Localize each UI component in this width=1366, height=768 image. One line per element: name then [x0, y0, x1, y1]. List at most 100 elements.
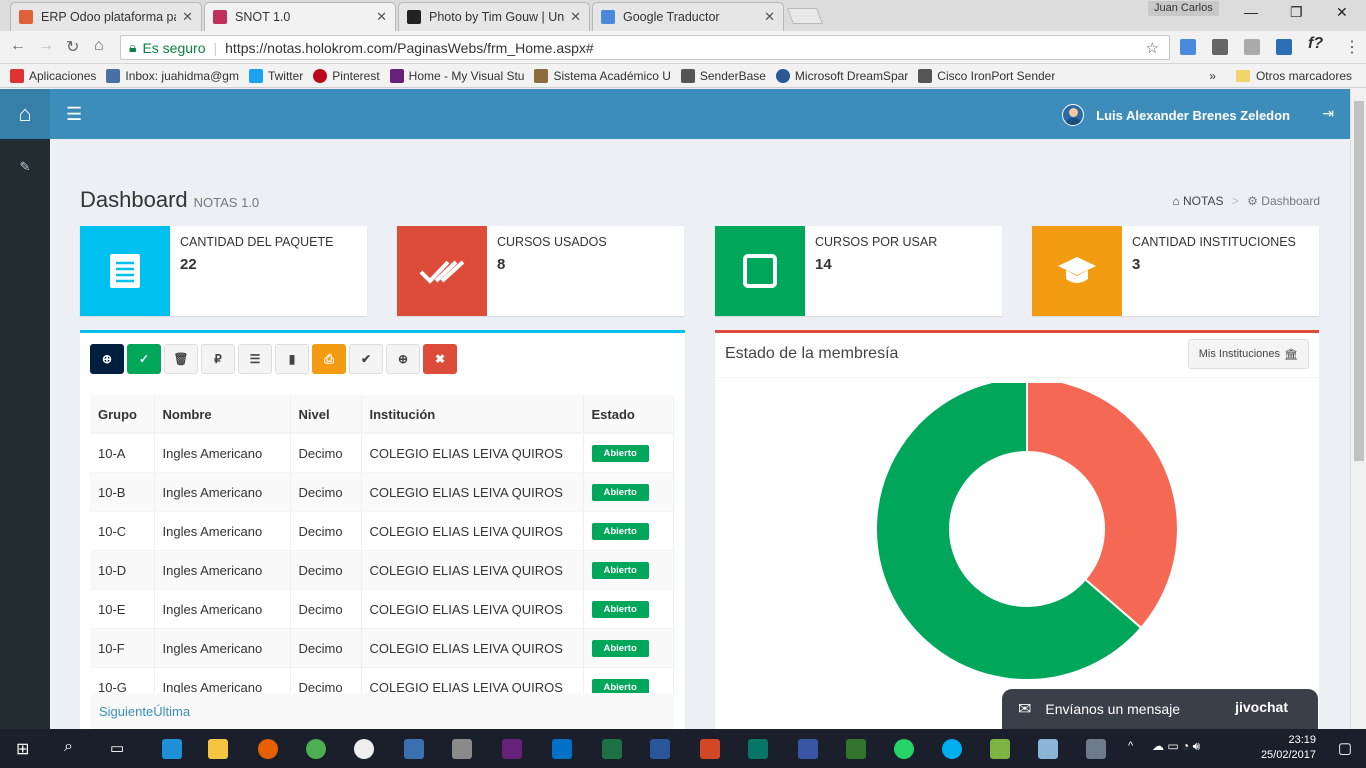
windows-taskbar: ⊞ ⌕ ▭ ^ ☁ ▭ ◔ 🔊︎ 23:19 25/02/2017 ▢	[0, 729, 1366, 768]
bookmark-item[interactable]: Inbox: juahidma@gm	[106, 68, 239, 83]
new-tab-button[interactable]	[787, 8, 823, 24]
close-tab-icon[interactable]: ✕	[182, 9, 193, 25]
translate-extension-icon[interactable]	[1180, 39, 1196, 55]
print-button[interactable]: ⎙	[312, 344, 346, 374]
url-input[interactable]: 🔒︎ Es seguro | https://notas.holokrom.co…	[120, 35, 1170, 60]
edit-icon[interactable]: ✎	[0, 159, 50, 175]
firefox-icon[interactable]	[258, 739, 278, 759]
scrollbar-thumb[interactable]	[1354, 101, 1364, 461]
windows-start-icon[interactable]: ⊞	[16, 739, 29, 759]
list-button[interactable]: ☰	[238, 344, 272, 374]
chrome-icon[interactable]	[306, 739, 326, 759]
other-bookmarks[interactable]: » Otros marcadores	[1209, 69, 1352, 83]
pager-links[interactable]: SiguienteÚltima	[99, 704, 190, 719]
bookmark-item[interactable]: SenderBase	[680, 68, 766, 83]
bookmark-item[interactable]: Microsoft DreamSpar	[775, 68, 908, 83]
visual-studio-icon[interactable]	[502, 739, 522, 759]
itunes-icon[interactable]	[354, 739, 374, 759]
page-scrollbar[interactable]	[1350, 89, 1366, 729]
add-button[interactable]: ⊕	[386, 344, 420, 374]
chart-app-icon[interactable]	[990, 739, 1010, 759]
close-tab-icon[interactable]: ✕	[764, 9, 775, 25]
bookmark-item[interactable]: Sistema Académico U	[534, 68, 671, 83]
edge-icon[interactable]	[162, 739, 182, 759]
tray-icons[interactable]: ☁ ▭ ◔ 🔊︎	[1152, 739, 1200, 754]
bookmark-item[interactable]: Home - My Visual Stu	[389, 68, 524, 83]
clock[interactable]: 23:19 25/02/2017	[1261, 733, 1316, 763]
network-tool-icon[interactable]	[404, 739, 424, 759]
donut-slice-0[interactable]	[1026, 383, 1179, 630]
column-header[interactable]: Grupo	[90, 395, 155, 434]
virtualbox-icon[interactable]	[1038, 739, 1058, 759]
powerpoint-icon[interactable]	[700, 739, 720, 759]
add-circle-button[interactable]: ⊕	[90, 344, 124, 374]
column-header[interactable]: Estado	[583, 395, 674, 434]
tray-overflow-icon[interactable]: ^	[1128, 740, 1133, 752]
table-row[interactable]: 10-B Ingles Americano Decimo COLEGIO ELIAS …	[90, 472, 674, 512]
edit-check-button[interactable]: ✓	[127, 344, 161, 374]
reload-icon[interactable]: ↻	[66, 37, 79, 57]
column-header[interactable]: Nombre	[154, 395, 291, 434]
project-icon[interactable]	[846, 739, 866, 759]
search-icon[interactable]: ⌕	[64, 738, 73, 756]
table-header-row: Grupo Nombre Nivel Institución Estado	[90, 395, 674, 434]
close-tab-icon[interactable]: ✕	[376, 9, 387, 25]
secure-label: Es seguro	[142, 39, 206, 56]
breadcrumb-notas[interactable]: NOTAS	[1183, 194, 1223, 208]
browser-tab[interactable]: Google Traductor ✕	[592, 2, 784, 31]
hamburger-menu-icon[interactable]: ☰	[66, 104, 82, 125]
file-explorer-icon[interactable]	[208, 739, 228, 759]
outlook-icon[interactable]	[552, 739, 572, 759]
pagination[interactable]: SiguienteÚltima	[90, 693, 674, 729]
bookmark-item[interactable]: Cisco IronPort Sender	[918, 68, 1055, 83]
skype-icon[interactable]	[942, 739, 962, 759]
notifications-icon[interactable]: ▢	[1338, 739, 1352, 757]
bookmark-apps[interactable]: Aplicaciones	[10, 68, 96, 83]
check-list-button[interactable]: ✔	[349, 344, 383, 374]
user-menu[interactable]: Luis Alexander Brenes Zeledon	[1062, 104, 1290, 126]
currency-button[interactable]: ₽	[201, 344, 235, 374]
browser-tab[interactable]: Photo by Tim Gouw | Uns ✕	[398, 2, 590, 31]
chrome-menu-icon[interactable]: ⋮	[1344, 37, 1360, 57]
forward-arrow-icon[interactable]: →	[38, 37, 54, 55]
browser-tab[interactable]: ERP Odoo plataforma pa ✕	[10, 2, 202, 31]
dropbox-extension-icon[interactable]	[1244, 39, 1260, 55]
home-icon[interactable]: ⌂	[0, 89, 50, 139]
column-header[interactable]: Institución	[361, 395, 584, 434]
word-icon[interactable]	[650, 739, 670, 759]
excel-icon[interactable]	[602, 739, 622, 759]
table-row[interactable]: 10-F Ingles Americano Decimo COLEGIO ELIAS …	[90, 628, 674, 668]
task-view-icon[interactable]: ▭	[110, 739, 124, 757]
more-bookmarks-chevron-icon[interactable]: »	[1209, 69, 1216, 83]
close-window-icon[interactable]: ✕	[1336, 4, 1348, 21]
column-header[interactable]: Nivel	[290, 395, 362, 434]
visio-icon[interactable]	[798, 739, 818, 759]
sql-server-icon[interactable]	[1086, 739, 1106, 759]
browser-tab-active[interactable]: SNOT 1.0 ✕	[204, 2, 396, 31]
publisher-icon[interactable]	[748, 739, 768, 759]
table-row[interactable]: 10-C Ingles Americano Decimo COLEGIO ELIAS …	[90, 511, 674, 551]
onoff-extension-icon[interactable]	[1276, 39, 1292, 55]
delete-button[interactable]: ✖	[423, 344, 457, 374]
browser-user-button[interactable]: Juan Carlos	[1148, 1, 1219, 16]
table-row[interactable]: 10-A Ingles Americano Decimo COLEGIO ELIAS …	[90, 432, 674, 473]
mail-extension-icon[interactable]	[1212, 39, 1228, 55]
tools-icon[interactable]	[452, 739, 472, 759]
minimize-icon[interactable]: —	[1244, 4, 1258, 20]
function-extension-icon[interactable]: f?	[1308, 35, 1323, 53]
bookmark-button[interactable]: ▮	[275, 344, 309, 374]
home-icon[interactable]: ⌂	[94, 37, 104, 55]
bookmark-item[interactable]: Twitter	[248, 68, 303, 83]
back-arrow-icon[interactable]: ←	[10, 37, 26, 55]
maximize-icon[interactable]: ❐	[1290, 4, 1303, 21]
jivochat-widget[interactable]: ✉ Envíanos un mensaje jivochat	[1002, 689, 1318, 729]
table-row[interactable]: 10-D Ingles Americano Decimo COLEGIO ELIAS …	[90, 550, 674, 590]
whatsapp-icon[interactable]	[894, 739, 914, 759]
bookmark-star-icon[interactable]: ☆	[1146, 39, 1159, 57]
trash-button[interactable]: 🗑︎	[164, 344, 198, 374]
table-row[interactable]: 10-E Ingles Americano Decimo COLEGIO ELIAS …	[90, 589, 674, 629]
bookmark-item[interactable]: Pinterest	[313, 68, 380, 83]
close-tab-icon[interactable]: ✕	[570, 9, 581, 25]
mis-instituciones-button[interactable]: Mis Instituciones 🏛︎	[1187, 339, 1309, 369]
logout-icon[interactable]: ⇥	[1322, 105, 1334, 122]
